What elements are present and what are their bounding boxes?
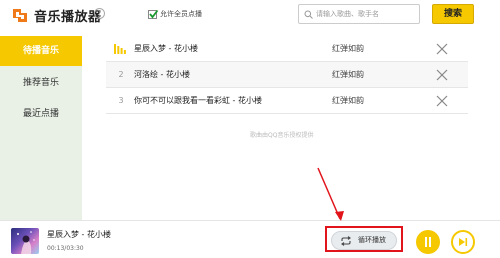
song-title: 河洛绘 - 花小楼 — [134, 70, 190, 79]
header: 音乐播放器 ? 允许全员点播 搜索 — [0, 0, 500, 32]
annotation-highlight-box — [325, 226, 403, 252]
sidebar-item-recommended[interactable]: 推荐音乐 — [0, 68, 82, 98]
sidebar-item-recent[interactable]: 最近点播 — [0, 99, 82, 129]
close-icon[interactable] — [436, 69, 448, 81]
equalizer-icon — [114, 44, 126, 54]
source-note: 歌曲由QQ音乐授权提供 — [250, 132, 314, 139]
search-input[interactable] — [316, 7, 416, 21]
search-icon — [304, 10, 313, 19]
next-icon — [459, 238, 468, 246]
song-artist: 红弹如韵 — [332, 70, 364, 79]
app-title: 音乐播放器 — [34, 10, 102, 25]
player-bar: 星辰入梦 - 花小楼 00:13/03:30 循环播放 — [0, 220, 500, 258]
sidebar: 待播音乐 推荐音乐 最近点播 — [0, 36, 82, 220]
allow-all-label: 允许全员点播 — [160, 10, 202, 18]
pause-button[interactable] — [416, 230, 440, 254]
close-icon[interactable] — [436, 43, 448, 55]
now-playing-time: 00:13/03:30 — [47, 245, 84, 252]
song-artist: 红弹如韵 — [332, 44, 364, 53]
allow-all-request-toggle[interactable]: 允许全员点播 — [148, 9, 202, 19]
music-logo-icon — [13, 9, 27, 22]
now-playing-title: 星辰入梦 - 花小楼 — [47, 230, 111, 239]
song-row[interactable]: 2 河洛绘 - 花小楼 红弹如韵 — [106, 62, 468, 88]
song-index: 2 — [118, 70, 124, 79]
song-title: 你可不可以跟我看一看彩虹 - 花小楼 — [134, 96, 262, 105]
help-icon[interactable]: ? — [94, 8, 105, 19]
search-button[interactable]: 搜索 — [432, 4, 474, 24]
close-icon[interactable] — [436, 95, 448, 107]
song-title: 星辰入梦 - 花小楼 — [134, 44, 198, 53]
next-button[interactable] — [451, 230, 475, 254]
song-row[interactable]: 星辰入梦 - 花小楼 红弹如韵 — [106, 36, 468, 62]
song-artist: 红弹如韵 — [332, 96, 364, 105]
sidebar-item-queue[interactable]: 待播音乐 — [0, 36, 82, 66]
song-index: 3 — [118, 96, 124, 105]
song-row[interactable]: 3 你可不可以跟我看一看彩虹 - 花小楼 红弹如韵 — [106, 88, 468, 114]
search-box[interactable] — [298, 4, 420, 24]
album-cover — [11, 228, 39, 254]
allow-all-checkbox[interactable] — [148, 9, 159, 19]
